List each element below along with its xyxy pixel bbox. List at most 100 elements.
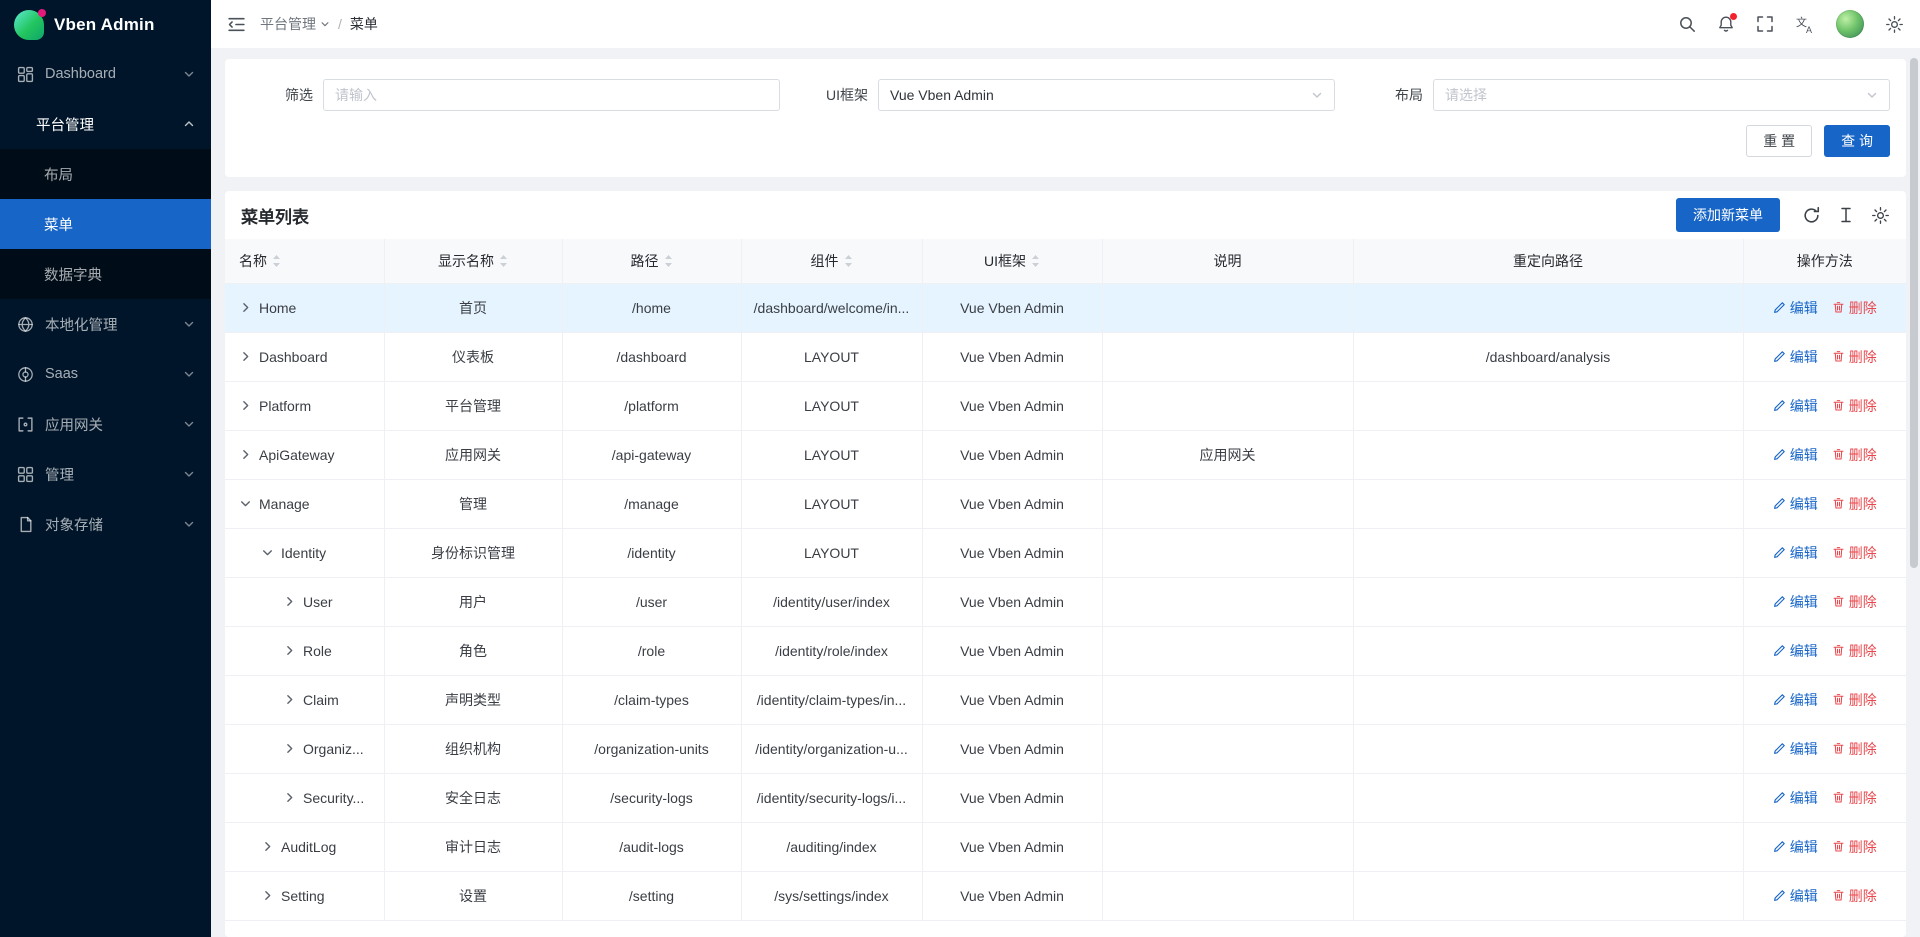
cell-component: /dashboard/welcome/in...: [741, 283, 922, 332]
cell-ui-framework: Vue Vben Admin: [922, 675, 1102, 724]
chevron-down-icon: [1866, 89, 1878, 101]
sort-icon[interactable]: [844, 254, 853, 268]
edit-button[interactable]: 编辑: [1773, 886, 1818, 906]
breadcrumb-parent[interactable]: 平台管理: [260, 14, 330, 34]
notification-bell-icon[interactable]: [1717, 15, 1735, 33]
expand-row-icon[interactable]: [283, 693, 296, 706]
translate-icon[interactable]: 文A: [1795, 14, 1815, 34]
expand-row-icon[interactable]: [239, 301, 252, 314]
sidebar-item-saas[interactable]: Saas: [0, 349, 211, 399]
edit-button[interactable]: 编辑: [1773, 494, 1818, 514]
sidebar-item-platform-management[interactable]: 平台管理: [0, 99, 211, 149]
cell-redirect-path: [1353, 430, 1743, 479]
app-root: Vben Admin Dashboard平台管理布局菜单数据字典本地化管理Saa…: [0, 0, 1920, 937]
expand-row-icon[interactable]: [261, 889, 274, 902]
fullscreen-icon[interactable]: [1756, 15, 1774, 33]
expand-row-icon[interactable]: [283, 644, 296, 657]
layout-select[interactable]: 请选择: [1433, 79, 1890, 111]
sidebar-item-data-dictionary[interactable]: 数据字典: [0, 249, 211, 299]
delete-button[interactable]: 删除: [1832, 641, 1877, 661]
app-logo[interactable]: Vben Admin: [0, 0, 211, 49]
delete-icon: [1832, 546, 1845, 559]
expand-row-icon[interactable]: [283, 742, 296, 755]
expand-row-icon[interactable]: [239, 350, 252, 363]
user-avatar[interactable]: [1836, 10, 1864, 38]
scrollbar-thumb[interactable]: [1910, 58, 1918, 568]
table-toolbar-actions: 添加新菜单: [1676, 198, 1890, 232]
topbar-actions: 文A: [1678, 10, 1904, 38]
sidebar-item-label: 数据字典: [44, 264, 195, 285]
sort-icon[interactable]: [1031, 254, 1040, 268]
delete-button[interactable]: 删除: [1832, 788, 1877, 808]
filter-input[interactable]: [323, 79, 780, 111]
sidebar-item-localization-management[interactable]: 本地化管理: [0, 299, 211, 349]
sort-icon[interactable]: [272, 254, 281, 268]
collapse-row-icon[interactable]: [239, 497, 252, 510]
edit-button[interactable]: 编辑: [1773, 837, 1818, 857]
column-header-ui-framework[interactable]: UI框架: [922, 239, 1102, 283]
sidebar-item-layout[interactable]: 布局: [0, 149, 211, 199]
delete-button[interactable]: 删除: [1832, 445, 1877, 465]
sidebar-item-dashboard[interactable]: Dashboard: [0, 49, 211, 99]
expand-row-icon[interactable]: [283, 595, 296, 608]
delete-button[interactable]: 删除: [1832, 543, 1877, 563]
sidebar-item-object-storage[interactable]: 对象存储: [0, 499, 211, 549]
expand-row-icon[interactable]: [261, 840, 274, 853]
reset-button[interactable]: 重 置: [1746, 125, 1812, 157]
cell-path: /claim-types: [562, 675, 741, 724]
cell-component: /identity/role/index: [741, 626, 922, 675]
delete-button[interactable]: 删除: [1832, 592, 1877, 612]
expand-row-icon[interactable]: [283, 791, 296, 804]
table-row: Home首页/home/dashboard/welcome/in...Vue V…: [225, 283, 1906, 332]
delete-button[interactable]: 删除: [1832, 690, 1877, 710]
filter-panel: 筛选 UI框架 Vue Vben Admin 布局: [225, 59, 1906, 177]
edit-button[interactable]: 编辑: [1773, 788, 1818, 808]
column-header-path[interactable]: 路径: [562, 239, 741, 283]
collapse-row-icon[interactable]: [261, 546, 274, 559]
row-height-icon[interactable]: [1837, 206, 1855, 224]
column-header-name[interactable]: 名称: [225, 239, 384, 283]
edit-icon: [1773, 448, 1786, 461]
sort-icon[interactable]: [499, 254, 508, 268]
delete-button[interactable]: 删除: [1832, 739, 1877, 759]
ui-framework-select[interactable]: Vue Vben Admin: [878, 79, 1335, 111]
refresh-icon[interactable]: [1802, 206, 1821, 225]
delete-button[interactable]: 删除: [1832, 886, 1877, 906]
cell-component: /identity/claim-types/in...: [741, 675, 922, 724]
delete-button[interactable]: 删除: [1832, 494, 1877, 514]
add-menu-button[interactable]: 添加新菜单: [1676, 198, 1780, 232]
edit-button[interactable]: 编辑: [1773, 445, 1818, 465]
sort-icon[interactable]: [664, 254, 673, 268]
row-name: Organiz...: [303, 741, 364, 757]
sidebar-item-api-gateway[interactable]: 应用网关: [0, 399, 211, 449]
delete-button[interactable]: 删除: [1832, 837, 1877, 857]
edit-button[interactable]: 编辑: [1773, 543, 1818, 563]
sidebar-item-label: 管理: [45, 464, 172, 485]
delete-button[interactable]: 删除: [1832, 396, 1877, 416]
sidebar-item-management[interactable]: 管理: [0, 449, 211, 499]
column-settings-icon[interactable]: [1871, 206, 1890, 225]
edit-button[interactable]: 编辑: [1773, 298, 1818, 318]
search-icon[interactable]: [1678, 15, 1696, 33]
edit-button[interactable]: 编辑: [1773, 641, 1818, 661]
notification-dot: [1730, 13, 1737, 20]
menu-toggle-icon[interactable]: [227, 15, 246, 34]
column-header-component[interactable]: 组件: [741, 239, 922, 283]
edit-button[interactable]: 编辑: [1773, 592, 1818, 612]
sidebar-item-menu[interactable]: 菜单: [0, 199, 211, 249]
delete-button[interactable]: 删除: [1832, 298, 1877, 318]
query-button[interactable]: 查 询: [1824, 125, 1890, 157]
cell-display-name: 应用网关: [384, 430, 562, 479]
row-name: Setting: [281, 888, 325, 904]
edit-button[interactable]: 编辑: [1773, 347, 1818, 367]
settings-gear-icon[interactable]: [1885, 15, 1904, 34]
delete-button[interactable]: 删除: [1832, 347, 1877, 367]
menu-table-panel: 菜单列表 添加新菜单: [225, 191, 1906, 937]
edit-button[interactable]: 编辑: [1773, 396, 1818, 416]
expand-row-icon[interactable]: [239, 399, 252, 412]
column-header-display-name[interactable]: 显示名称: [384, 239, 562, 283]
edit-button[interactable]: 编辑: [1773, 690, 1818, 710]
expand-row-icon[interactable]: [239, 448, 252, 461]
cell-ui-framework: Vue Vben Admin: [922, 773, 1102, 822]
edit-button[interactable]: 编辑: [1773, 739, 1818, 759]
